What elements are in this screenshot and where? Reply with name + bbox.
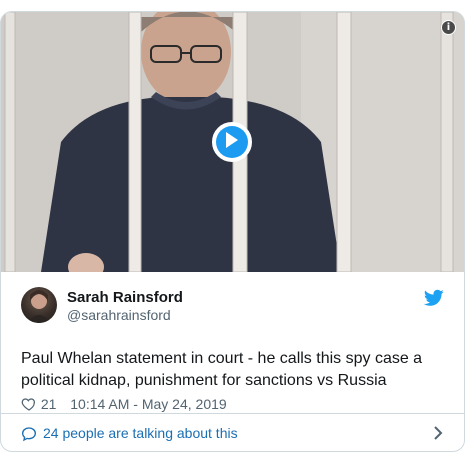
chevron-right-icon bbox=[434, 426, 443, 440]
video-thumbnail[interactable]: i bbox=[1, 12, 464, 272]
comment-bubble-icon bbox=[21, 427, 37, 442]
tweet-text: Paul Whelan statement in court - he call… bbox=[21, 350, 423, 389]
avatar[interactable] bbox=[21, 287, 57, 323]
heart-icon[interactable] bbox=[21, 396, 37, 412]
tweet-author-header: Sarah Rainsford @sarahrainsford bbox=[21, 287, 446, 325]
play-triangle bbox=[226, 132, 238, 148]
author-name[interactable]: Sarah Rainsford bbox=[67, 289, 183, 306]
tweet-meta: 21 10:14 AM - May 24, 2019 bbox=[21, 396, 227, 414]
play-icon[interactable] bbox=[212, 122, 252, 162]
conversation-label: 24 people are talking about this bbox=[43, 425, 238, 441]
twitter-bird-icon[interactable] bbox=[424, 289, 444, 307]
info-icon[interactable]: i bbox=[441, 20, 456, 35]
tweet-timestamp[interactable]: 10:14 AM - May 24, 2019 bbox=[70, 396, 226, 412]
avatar-image bbox=[27, 290, 51, 323]
author-handle[interactable]: @sarahrainsford bbox=[67, 307, 171, 323]
conversation-link[interactable]: 24 people are talking about this bbox=[1, 414, 464, 451]
like-count[interactable]: 21 bbox=[41, 396, 57, 412]
tweet-embed-card: i Sarah Rainsford @sarahrainsford Paul W… bbox=[0, 11, 465, 452]
